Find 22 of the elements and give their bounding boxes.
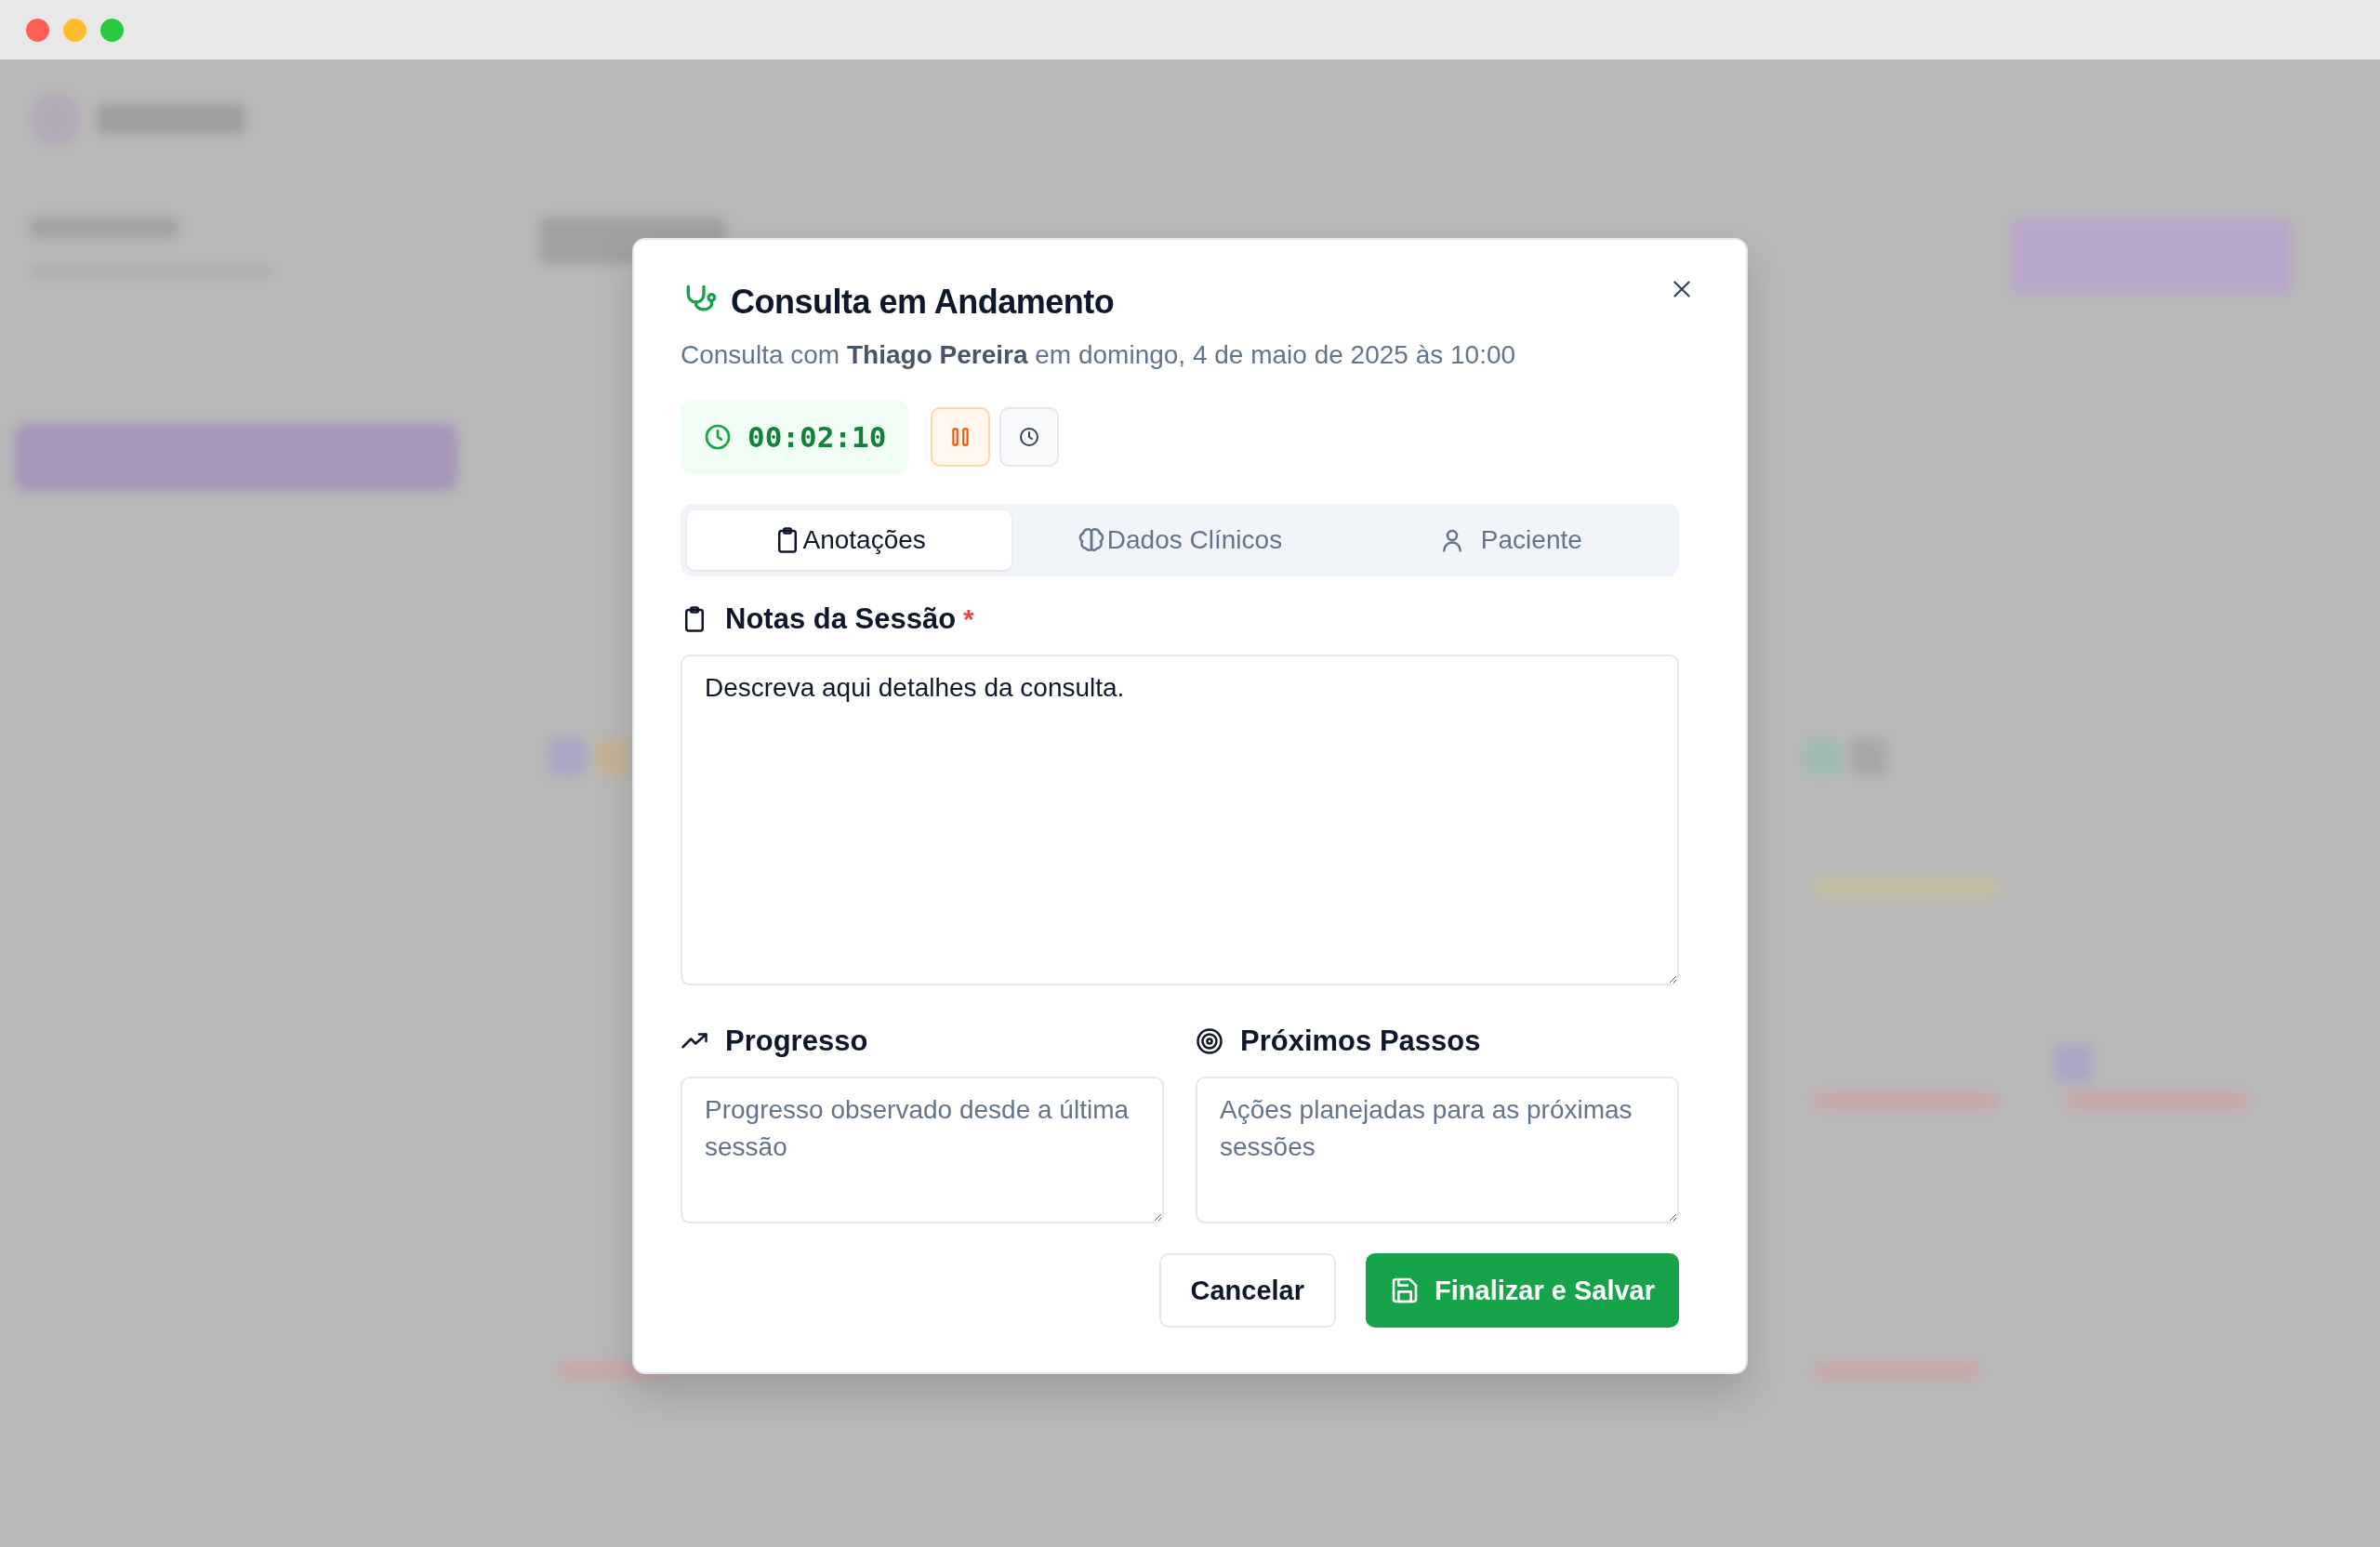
close-window-icon[interactable] <box>26 18 49 42</box>
next-steps-field[interactable]: Ações planejadas para as próximas sessões <box>1196 1077 1679 1223</box>
pause-button[interactable] <box>931 407 991 467</box>
field-label: Notas da Sessão <box>725 602 957 636</box>
brain-icon <box>1077 526 1105 554</box>
field-label: Progresso <box>725 1025 868 1058</box>
dialog-title: Consulta em Andamento <box>731 283 1115 322</box>
dialog-subtitle: Consulta com Thiago Pereira em domingo, 4 de maio de 2025 às 10:00 <box>681 340 1517 370</box>
target-icon <box>1196 1027 1223 1055</box>
clock-icon <box>1018 426 1041 448</box>
timer-display: 00:02:10 <box>681 400 909 474</box>
maximize-window-icon[interactable] <box>100 18 124 42</box>
session-notes-field[interactable]: Descreva aqui detalhes da consulta. <box>681 654 1679 985</box>
field-label: Próximos Passos <box>1240 1025 1481 1058</box>
clock-button[interactable] <box>999 407 1060 467</box>
tab[interactable]: Anotações <box>687 510 1012 570</box>
progress-field[interactable]: Progresso observado desde a última sessão <box>681 1077 1164 1223</box>
tab[interactable]: Paciente <box>1347 510 1673 570</box>
cancel-button[interactable]: Cancelar <box>1158 1253 1337 1328</box>
required-mark: * <box>963 603 974 635</box>
tab[interactable]: Dados Clínicos <box>1017 510 1342 570</box>
clock-icon <box>703 422 733 452</box>
